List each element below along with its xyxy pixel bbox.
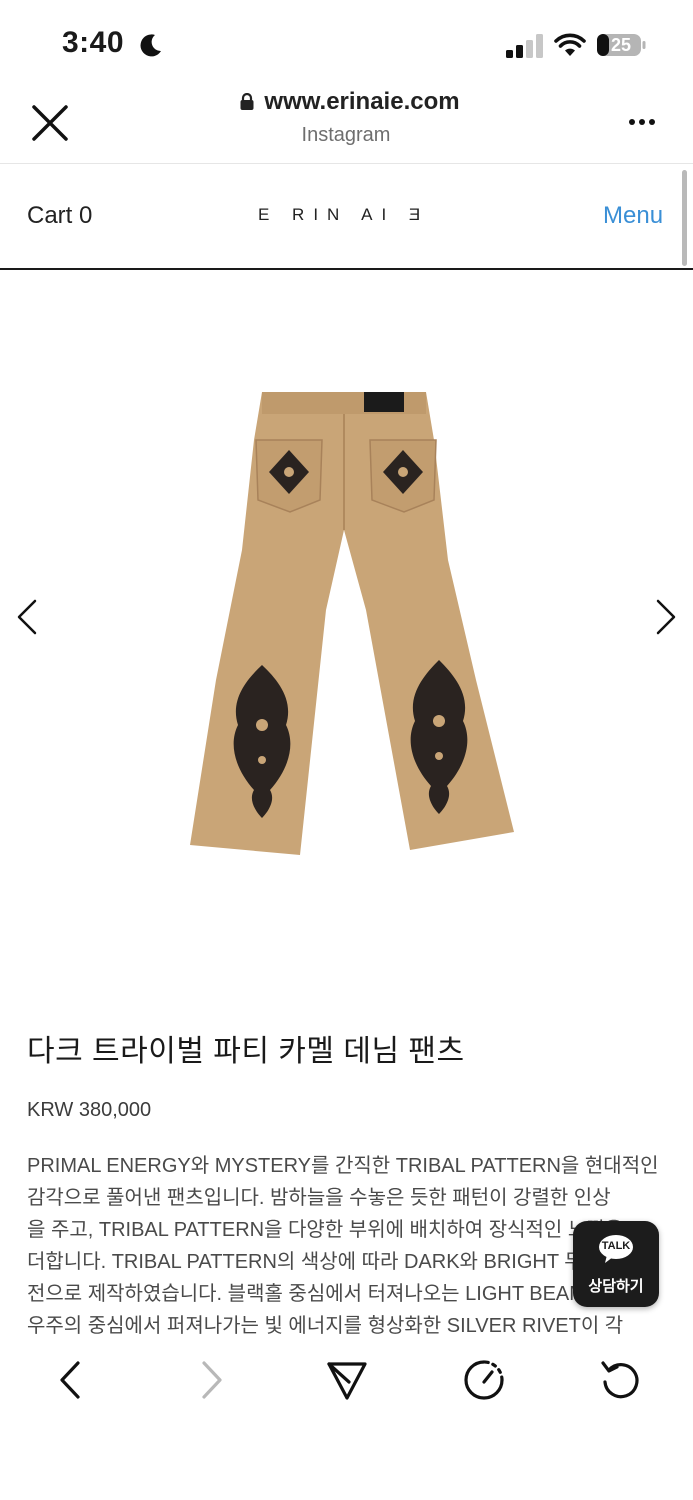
description-line: PRIMAL ENERGY와 MYSTERY를 간직한 TRIBAL PATTE… <box>27 1155 659 1177</box>
description-line: 전으로 제작하였습니다. 블랙홀 중심에서 터져나오는 LIGHT BEAM과, <box>27 1283 610 1305</box>
lock-icon <box>240 93 254 110</box>
signal-icon <box>506 34 543 58</box>
speed-icon[interactable] <box>462 1358 506 1402</box>
menu-link[interactable]: Menu <box>603 202 663 230</box>
product-image[interactable] <box>158 380 538 860</box>
product-price: KRW 380,000 <box>27 1099 152 1121</box>
url-bar[interactable]: www.erinaie.com <box>200 88 500 116</box>
status-time: 3:40 <box>62 26 125 59</box>
cart-label: Cart <box>27 202 73 229</box>
share-icon[interactable] <box>325 1358 369 1402</box>
cart-count: 0 <box>79 202 93 229</box>
header-divider <box>0 163 693 164</box>
moon-icon <box>140 34 161 57</box>
back-icon[interactable] <box>50 1358 94 1402</box>
talk-badge: TALK <box>601 1240 631 1252</box>
url-text: www.erinaie.com <box>264 88 460 115</box>
next-image-arrow-icon[interactable] <box>654 598 678 636</box>
url-source: Instagram <box>301 124 391 146</box>
nav-divider <box>0 268 693 270</box>
description-line: 을 주고, TRIBAL PATTERN을 다양한 부위에 배치하여 장식적인 … <box>27 1219 624 1241</box>
battery-level: 25 <box>610 35 632 55</box>
more-icon[interactable] <box>622 110 662 134</box>
forward-icon[interactable] <box>188 1358 232 1402</box>
description-line: 더합니다. TRIBAL PATTERN의 색상에 따라 DARK와 BRIGH… <box>27 1251 649 1273</box>
product-title: 다크 트라이벌 파티 카멜 데님 팬츠 <box>27 1035 465 1068</box>
previous-image-arrow-icon[interactable] <box>15 598 39 636</box>
chat-consult-label: 상담하기 <box>588 1278 644 1295</box>
description-line: 감각으로 풀어낸 팬츠입니다. 밤하늘을 수놓은 듯한 패턴이 강렬한 인상 <box>27 1187 611 1209</box>
scrollbar[interactable] <box>682 170 687 266</box>
product-description: PRIMAL ENERGY와 MYSTERY를 간직한 TRIBAL PATTE… <box>27 1150 659 1342</box>
site-logo[interactable]: E RIN AI Ǝ <box>258 205 429 225</box>
close-icon[interactable] <box>30 103 70 143</box>
cart-link[interactable]: Cart 0 <box>27 202 92 230</box>
reload-icon[interactable] <box>599 1358 643 1402</box>
wifi-icon <box>554 33 586 56</box>
